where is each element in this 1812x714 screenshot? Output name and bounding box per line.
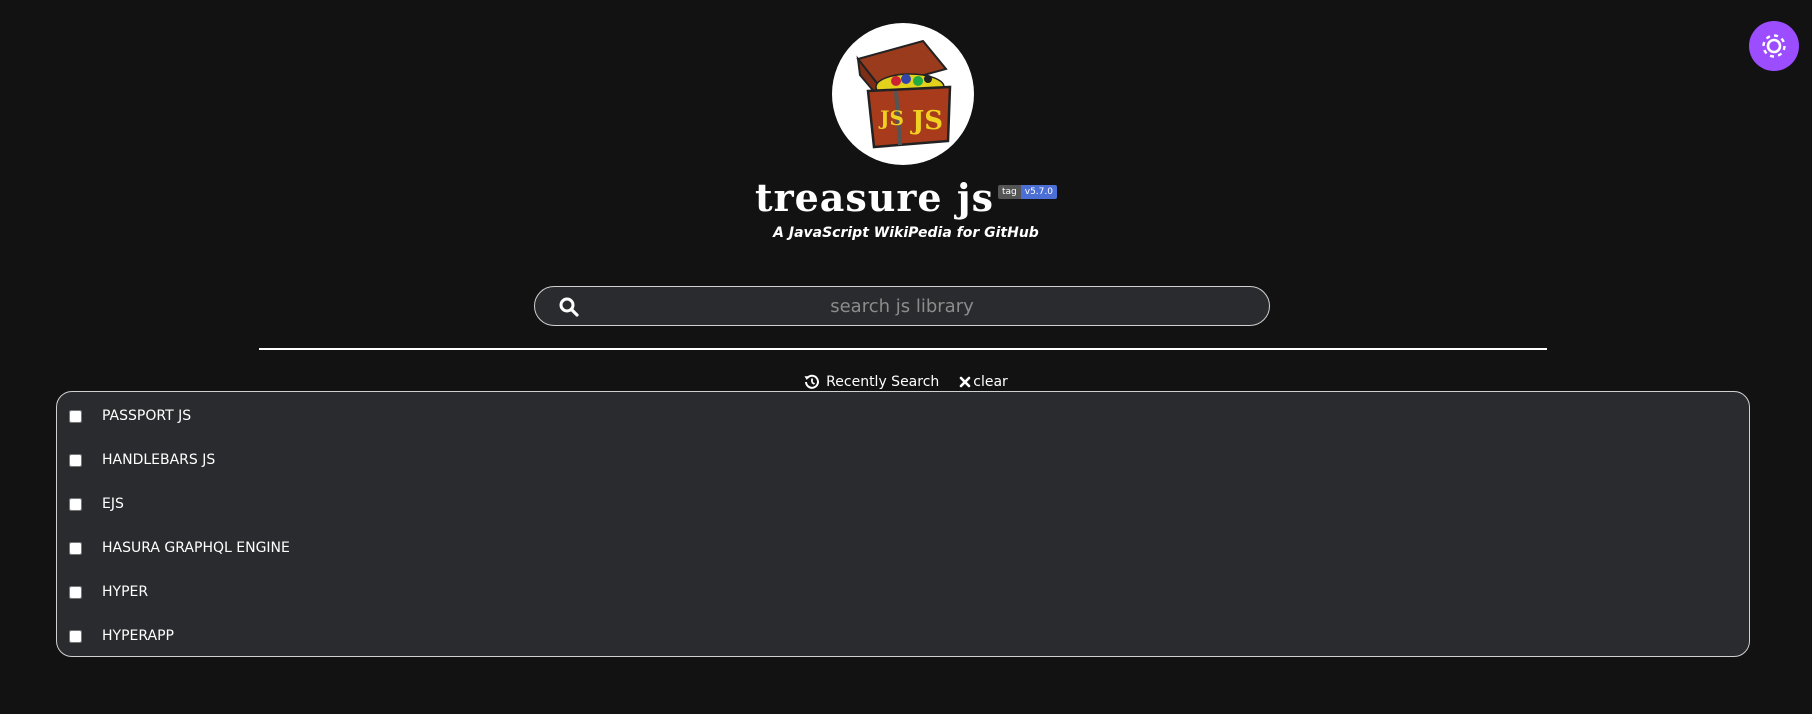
sun-icon [1762, 34, 1786, 58]
recently-search-label: Recently Search [826, 374, 940, 390]
list-item[interactable]: EJS [57, 482, 1749, 526]
recently-search-label-group: Recently Search [804, 374, 939, 390]
library-label: HASURA GRAPHQL ENGINE [102, 540, 290, 556]
library-checkbox[interactable] [69, 629, 82, 643]
library-label: HYPERAPP [102, 628, 174, 644]
library-checkbox[interactable] [69, 409, 82, 423]
theme-toggle-button[interactable] [1749, 21, 1799, 71]
search-icon [559, 297, 579, 317]
list-item[interactable]: HASURA GRAPHQL ENGINE [57, 526, 1749, 570]
search-input[interactable] [535, 287, 1269, 325]
page: JS JS treasure js tag v5.7.0 A JavaScript … [0, 0, 1812, 714]
version-badge[interactable]: tag v5.7.0 [997, 185, 1057, 199]
library-label: HYPER [102, 584, 149, 600]
library-label: HANDLEBARS JS [102, 452, 216, 468]
clear-button[interactable]: clear [959, 374, 1008, 390]
library-list: PASSPORT JS HANDLEBARS JS EJS HASURA GRA… [56, 391, 1750, 657]
treasure-chest-logo: JS JS [832, 23, 974, 165]
svg-text:JS: JS [878, 106, 904, 130]
list-item[interactable]: HYPER [57, 570, 1749, 614]
app-title: treasure js [755, 175, 994, 220]
search-box [534, 286, 1270, 326]
version-badge-label: tag [997, 185, 1021, 199]
library-checkbox[interactable] [69, 453, 82, 467]
library-label: PASSPORT JS [102, 408, 192, 424]
version-badge-value: v5.7.0 [1020, 185, 1057, 199]
history-icon [804, 374, 820, 389]
close-icon [959, 376, 971, 388]
library-checkbox[interactable] [69, 541, 82, 555]
title-row: treasure js tag v5.7.0 [0, 175, 1812, 221]
list-item[interactable]: HYPERAPP [57, 614, 1749, 658]
recent-search-row: Recently Search clear [0, 372, 1812, 392]
library-checkbox[interactable] [69, 585, 82, 599]
app-subtitle: A JavaScript WikiPedia for GitHub [773, 225, 1039, 241]
library-label: EJS [102, 496, 124, 512]
svg-text:JS: JS [910, 106, 943, 136]
list-item[interactable]: HANDLEBARS JS [57, 438, 1749, 482]
library-checkbox[interactable] [69, 497, 82, 511]
divider [259, 348, 1547, 350]
clear-label: clear [973, 374, 1008, 390]
list-item[interactable]: PASSPORT JS [57, 394, 1749, 438]
